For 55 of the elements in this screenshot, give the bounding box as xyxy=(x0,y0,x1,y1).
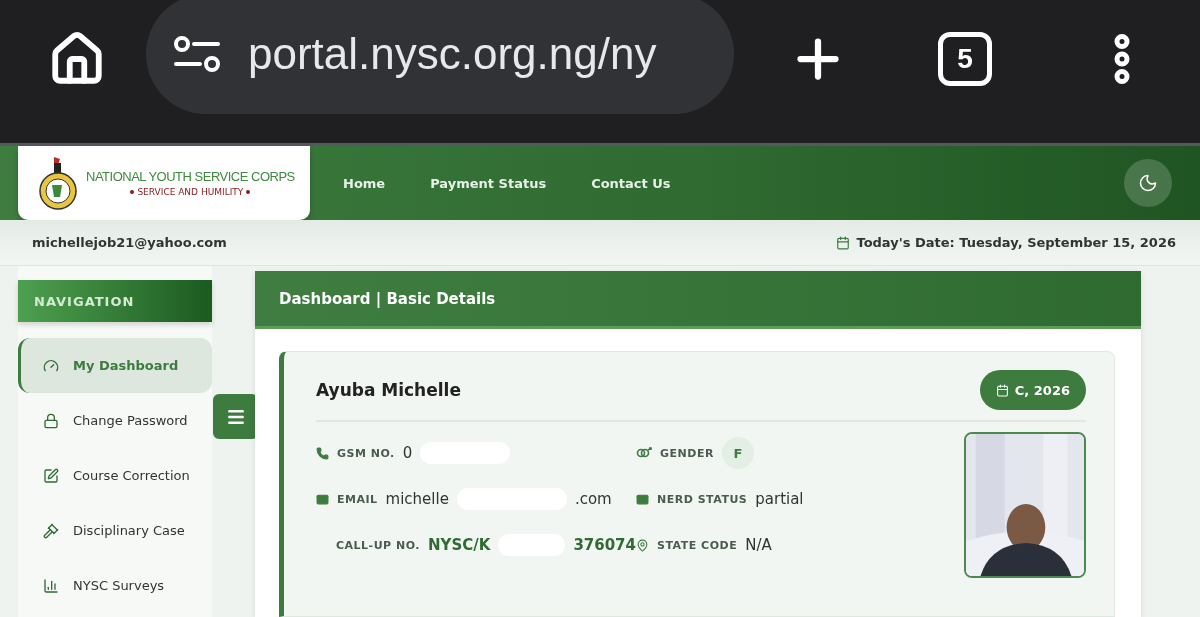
logo-motto: SERVICE AND HUMILITY xyxy=(137,187,244,197)
bullet-dot xyxy=(130,190,135,194)
field-label: EMAIL xyxy=(337,492,378,506)
field-label: GENDER xyxy=(660,446,714,460)
logo-title: NATIONAL YOUTH SERVICE CORPS xyxy=(86,169,295,184)
navigation-title: NAVIGATION xyxy=(34,293,135,309)
pin-icon xyxy=(636,538,649,552)
lock-icon xyxy=(43,412,59,429)
tab-count-button[interactable]: 5 xyxy=(938,31,992,86)
dark-mode-button[interactable] xyxy=(1124,159,1172,207)
nav-link[interactable]: Home xyxy=(343,175,386,191)
nav-link[interactable]: Payment Status xyxy=(430,175,547,191)
sidebar-label: Change Password xyxy=(73,413,188,428)
field-value: michelle xyxy=(385,490,449,508)
profile-name: Ayuba Michelle xyxy=(316,380,461,400)
bullet-dot xyxy=(246,190,251,194)
field-value: N/A xyxy=(745,536,772,554)
sidebar-item[interactable]: Change Password xyxy=(18,393,212,448)
field-label: GSM NO. xyxy=(337,446,395,460)
field-label: STATE CODE xyxy=(657,538,738,552)
moon-icon xyxy=(1138,173,1158,193)
sidebar-item[interactable]: NYSC Surveys xyxy=(18,558,212,613)
url-text: portal.nysc.org.ng/ny xyxy=(248,28,657,79)
gavel-icon xyxy=(43,522,59,539)
gauge-icon xyxy=(43,357,59,374)
field-value: 0 xyxy=(402,444,413,462)
address-bar[interactable]: portal.nysc.org.ng/ny xyxy=(146,0,734,114)
field-label: NERD STATUS xyxy=(657,492,748,506)
date-text: Today's Date: Tuesday, September 15, 2026 xyxy=(856,235,1176,250)
field-value: NYSC/K xyxy=(428,536,491,554)
gender-chip: F xyxy=(721,437,754,469)
sidebar-label: Course Correction xyxy=(73,468,190,483)
site-settings-icon[interactable] xyxy=(172,33,222,74)
field-value: 376074 xyxy=(573,536,636,554)
emblem-icon xyxy=(36,155,80,211)
phone-icon xyxy=(316,446,329,460)
calendar-icon xyxy=(995,383,1009,397)
panel-title: Dashboard | Basic Details xyxy=(279,289,496,308)
chart-icon xyxy=(43,577,59,594)
sidebar-label: Disciplinary Case xyxy=(73,523,185,538)
field-label: CALL-UP NO. xyxy=(336,538,420,552)
nav-link[interactable]: Contact Us xyxy=(591,175,671,191)
gender-icon xyxy=(636,447,652,459)
menu-toggle-button[interactable] xyxy=(213,394,258,439)
edit-icon xyxy=(43,467,59,484)
sidebar-item[interactable]: My Dashboard xyxy=(18,338,212,393)
field-value: partial xyxy=(755,490,804,508)
sidebar-label: My Dashboard xyxy=(73,358,179,373)
calendar-icon xyxy=(836,235,851,250)
field-value: .com xyxy=(574,490,612,508)
sidebar-item[interactable]: Course Correction xyxy=(18,448,212,503)
sidebar-item[interactable]: Disciplinary Case xyxy=(18,503,212,558)
user-email: michellejob21@yahoo.com xyxy=(32,235,227,250)
batch-badge: C, 2026 xyxy=(979,370,1086,410)
sidebar-label: NYSC Surveys xyxy=(73,578,165,593)
